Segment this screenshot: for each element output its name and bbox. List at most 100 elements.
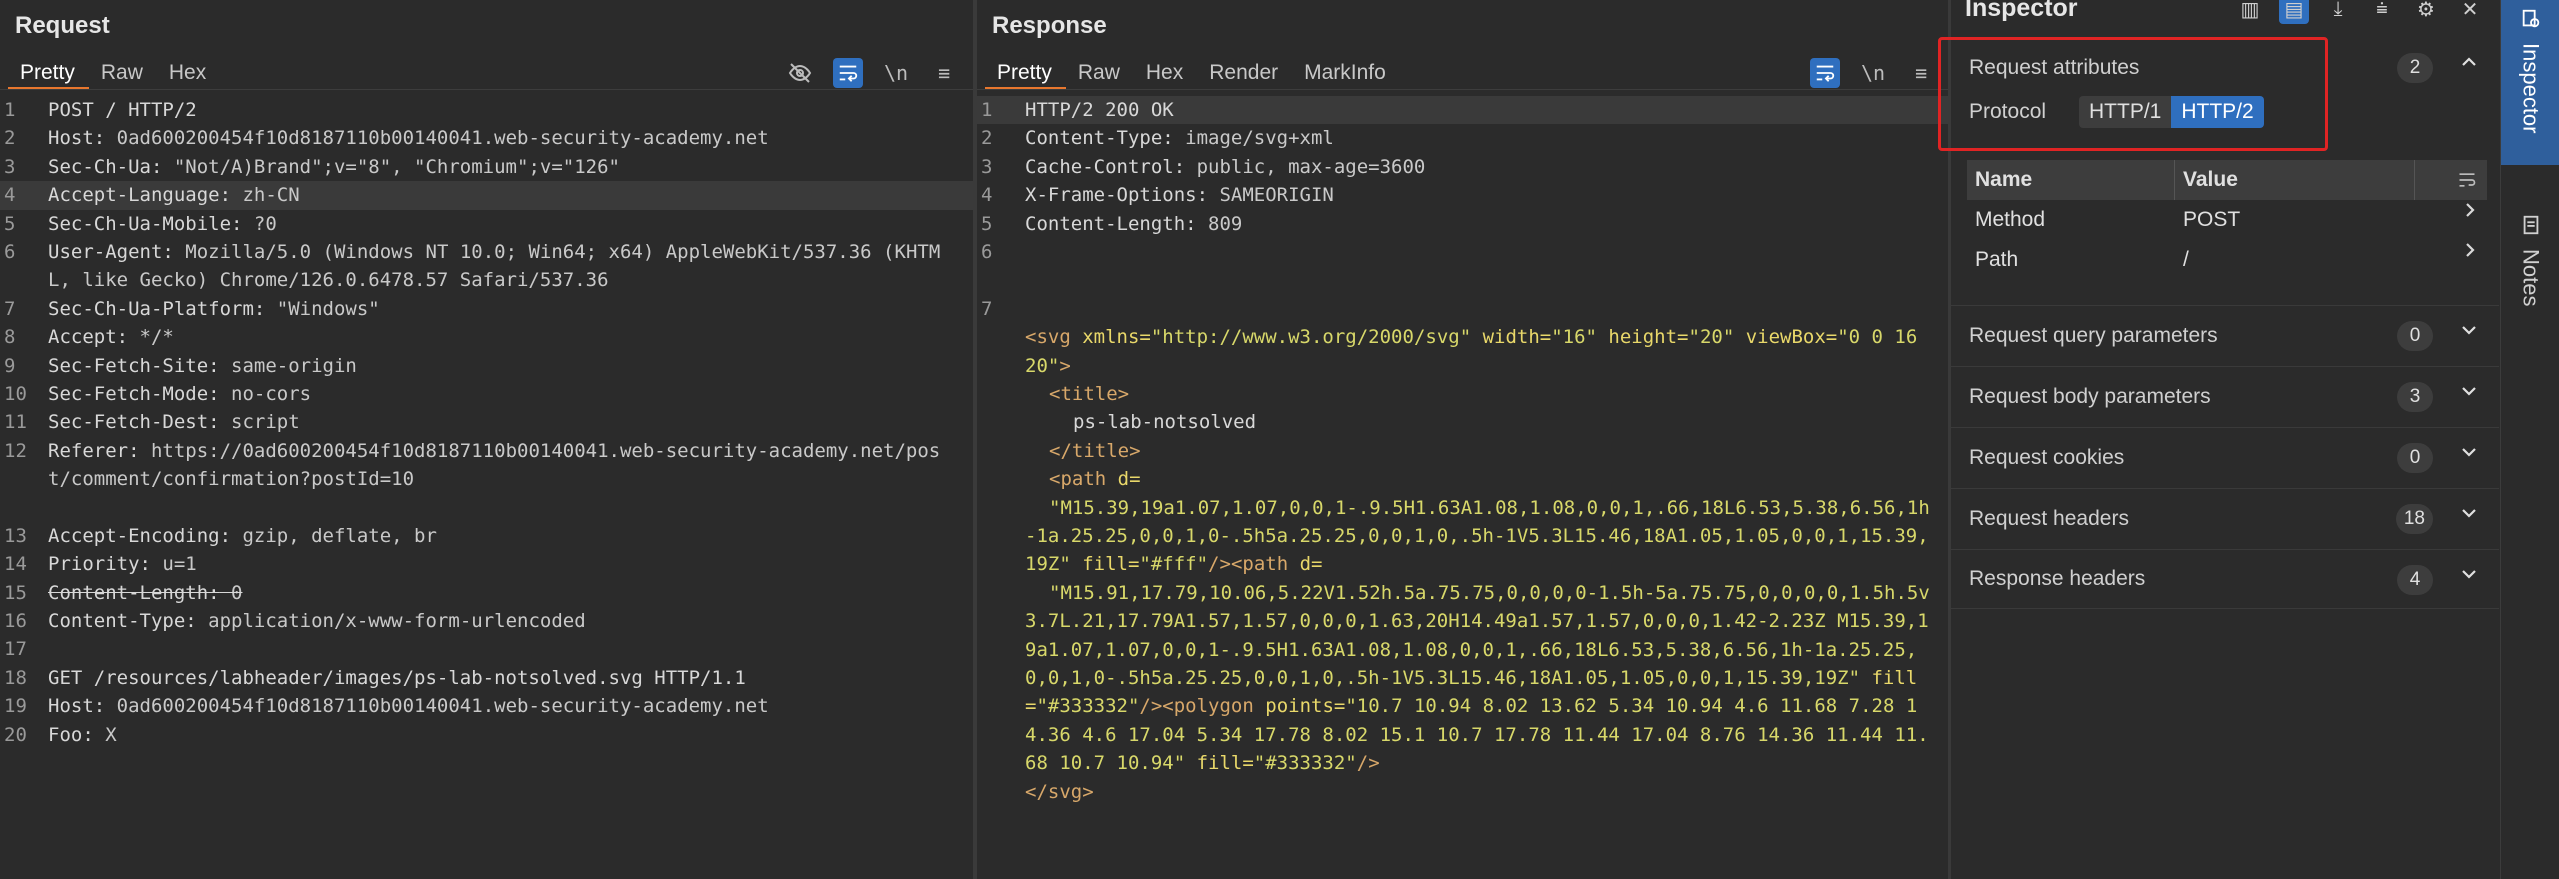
- line-number: 6: [981, 240, 993, 263]
- header-name: Accept-Language:: [48, 184, 232, 207]
- selfclose: />: [1356, 752, 1380, 775]
- header-value: Mozilla/5.0 (Windows NT 10.0; Win64; x64…: [48, 240, 941, 292]
- response-title: Response: [992, 12, 1107, 39]
- section-request-query-parameters[interactable]: Request query parameters 0: [1951, 305, 2499, 365]
- table-header: Name Value: [1967, 160, 2487, 200]
- chevron-down-icon[interactable]: [2459, 442, 2479, 468]
- protocol-http1-button[interactable]: HTTP/1: [2079, 96, 2172, 128]
- line-number: 12: [4, 439, 27, 462]
- request-line: 8 Accept: */*: [0, 323, 973, 351]
- fill-value: "#fff": [1139, 553, 1209, 576]
- request-line: 9 Sec-Fetch-Site: same-origin: [0, 352, 973, 380]
- tab-pretty[interactable]: Pretty: [985, 56, 1066, 90]
- chevron-down-icon[interactable]: [2459, 320, 2479, 346]
- layout-horizontal-icon[interactable]: ▥: [2235, 0, 2265, 24]
- line-text: Foo: X: [48, 721, 961, 749]
- path-d-value: "M15.91,17.79,10.06,5.22V1.52h.5a.75.75,…: [1025, 581, 1930, 690]
- fill-attr: fill=: [1070, 553, 1140, 576]
- path-open-tag: <path: [1230, 553, 1289, 576]
- tab-render[interactable]: Render: [1197, 56, 1292, 90]
- layout-vertical-icon[interactable]: ▤: [2279, 0, 2309, 24]
- collapse-all-icon[interactable]: ⤓: [2323, 0, 2353, 24]
- protocol-row: Protocol HTTP/1 HTTP/2: [1969, 96, 2264, 128]
- line-text: Content-Length: 809: [1025, 210, 1938, 238]
- line-text: Sec-Ch-Ua-Platform: "Windows": [48, 295, 961, 323]
- section-request-body-parameters[interactable]: Request body parameters 3: [1951, 366, 2499, 426]
- inspector-pane: Inspector ▥ ▤ ⤓ ⩧ ⚙ ✕ Request attributes…: [1951, 0, 2499, 879]
- line-number: 4: [4, 184, 16, 207]
- tab-hex[interactable]: Hex: [1134, 56, 1197, 90]
- header-name: Content-Type:: [48, 610, 197, 633]
- table-row[interactable]: Path /: [1967, 240, 2487, 280]
- chevron-down-icon[interactable]: [2459, 503, 2479, 529]
- wrap-lines-icon[interactable]: [833, 58, 863, 88]
- request-line: 16 Content-Type: application/x-www-form-u…: [0, 607, 973, 635]
- chevron-down-icon[interactable]: [2459, 381, 2479, 407]
- line-text: Cache-Control: public, max-age=3600: [1025, 153, 1938, 181]
- xmlns-val: "http://www.w3.org/2000/svg": [1150, 326, 1472, 349]
- header-name: Cache-Control:: [1025, 155, 1186, 178]
- response-line: 5 Content-Length: 809: [977, 210, 1950, 238]
- header-value: image/svg+xml: [1173, 127, 1334, 150]
- section-request-cookies[interactable]: Request cookies 0: [1951, 427, 2499, 487]
- table-row[interactable]: Method POST: [1967, 200, 2487, 240]
- tab-hex[interactable]: Hex: [157, 56, 220, 90]
- filter-icon[interactable]: ⩧: [2367, 0, 2397, 24]
- header-value: gzip, deflate, br: [231, 524, 437, 547]
- section-request-headers[interactable]: Request headers 18: [1951, 488, 2499, 548]
- newline-icon[interactable]: \n: [881, 58, 911, 88]
- tab-raw[interactable]: Raw: [1066, 56, 1134, 90]
- response-editor[interactable]: 1 HTTP/2 200 OK 2 Content-Type: image/svg+x…: [977, 96, 1950, 879]
- wrap-icon[interactable]: [2415, 160, 2487, 200]
- menu-icon[interactable]: ≡: [929, 58, 959, 88]
- header-value: 0ad600200454f10d8187110b00140041.web-sec…: [105, 695, 769, 718]
- close-icon[interactable]: ✕: [2455, 0, 2485, 24]
- request-line: 5 Sec-Ch-Ua-Mobile: ?0: [0, 210, 973, 238]
- attr-name: Path: [1975, 248, 2019, 271]
- response-line: 6: [977, 238, 1950, 266]
- column-header-value[interactable]: Value: [2175, 160, 2415, 200]
- line-text: Priority: u=1: [48, 550, 961, 578]
- attr-value: /: [2183, 248, 2189, 271]
- path-open-tag: <path: [1049, 468, 1107, 491]
- column-header-name[interactable]: Name: [1967, 160, 2175, 200]
- chevron-down-icon[interactable]: [2459, 564, 2479, 590]
- hide-icon[interactable]: [785, 58, 815, 88]
- rail-tab-notes[interactable]: Notes: [2501, 200, 2559, 306]
- chevron-right-icon[interactable]: [2463, 200, 2487, 240]
- header-name: Host:: [48, 695, 106, 718]
- chevron-up-icon[interactable]: [2459, 52, 2479, 78]
- count-badge: 0: [2397, 443, 2433, 473]
- line-number: 7: [981, 297, 993, 320]
- section-request-attributes[interactable]: Request attributes 2: [1951, 38, 2499, 98]
- request-editor[interactable]: 1 POST / HTTP/2 2 Host: 0ad600200454f10d818…: [0, 96, 973, 879]
- viewbox-attr: viewBox=: [1734, 326, 1838, 349]
- header-name: Sec-Fetch-Site:: [48, 354, 220, 377]
- line-number: 14: [4, 553, 27, 576]
- svg-body: <svg xmlns="http://www.w3.org/2000/svg" …: [1025, 323, 1938, 806]
- section-response-headers[interactable]: Response headers 4: [1951, 549, 2499, 609]
- rail-tab-inspector[interactable]: Inspector: [2501, 0, 2559, 165]
- line-text: Sec-Ch-Ua: "Not/A)Brand";v="8", "Chromiu…: [48, 153, 961, 181]
- gear-icon[interactable]: ⚙: [2411, 0, 2441, 24]
- response-body-line: 7 <svg xmlns="http://www.w3.org/2000/svg…: [977, 266, 1950, 803]
- line-number: 2: [981, 127, 993, 150]
- line-text: Sec-Fetch-Dest: script: [48, 408, 961, 436]
- newline-icon[interactable]: \n: [1858, 58, 1888, 88]
- title-close-tag: </title>: [1049, 439, 1141, 462]
- header-name: Sec-Fetch-Mode:: [48, 382, 220, 405]
- fill-value: "#333332": [1253, 752, 1357, 775]
- line-text: Referer: https://0ad600200454f10d8187110…: [48, 437, 961, 494]
- menu-icon[interactable]: ≡: [1906, 58, 1936, 88]
- line-number: 4: [981, 184, 993, 207]
- points-attr: points=: [1253, 695, 1346, 718]
- request-line: 1 POST / HTTP/2: [0, 96, 973, 124]
- chevron-right-icon[interactable]: [2463, 240, 2487, 280]
- protocol-http2-button[interactable]: HTTP/2: [2171, 96, 2264, 128]
- wrap-lines-icon[interactable]: [1810, 58, 1840, 88]
- tab-markinfo[interactable]: MarkInfo: [1292, 56, 1400, 90]
- polygon-open-tag: <polygon: [1162, 695, 1254, 718]
- tab-raw[interactable]: Raw: [89, 56, 157, 90]
- tab-pretty[interactable]: Pretty: [8, 56, 89, 90]
- tab-divider: [0, 89, 973, 90]
